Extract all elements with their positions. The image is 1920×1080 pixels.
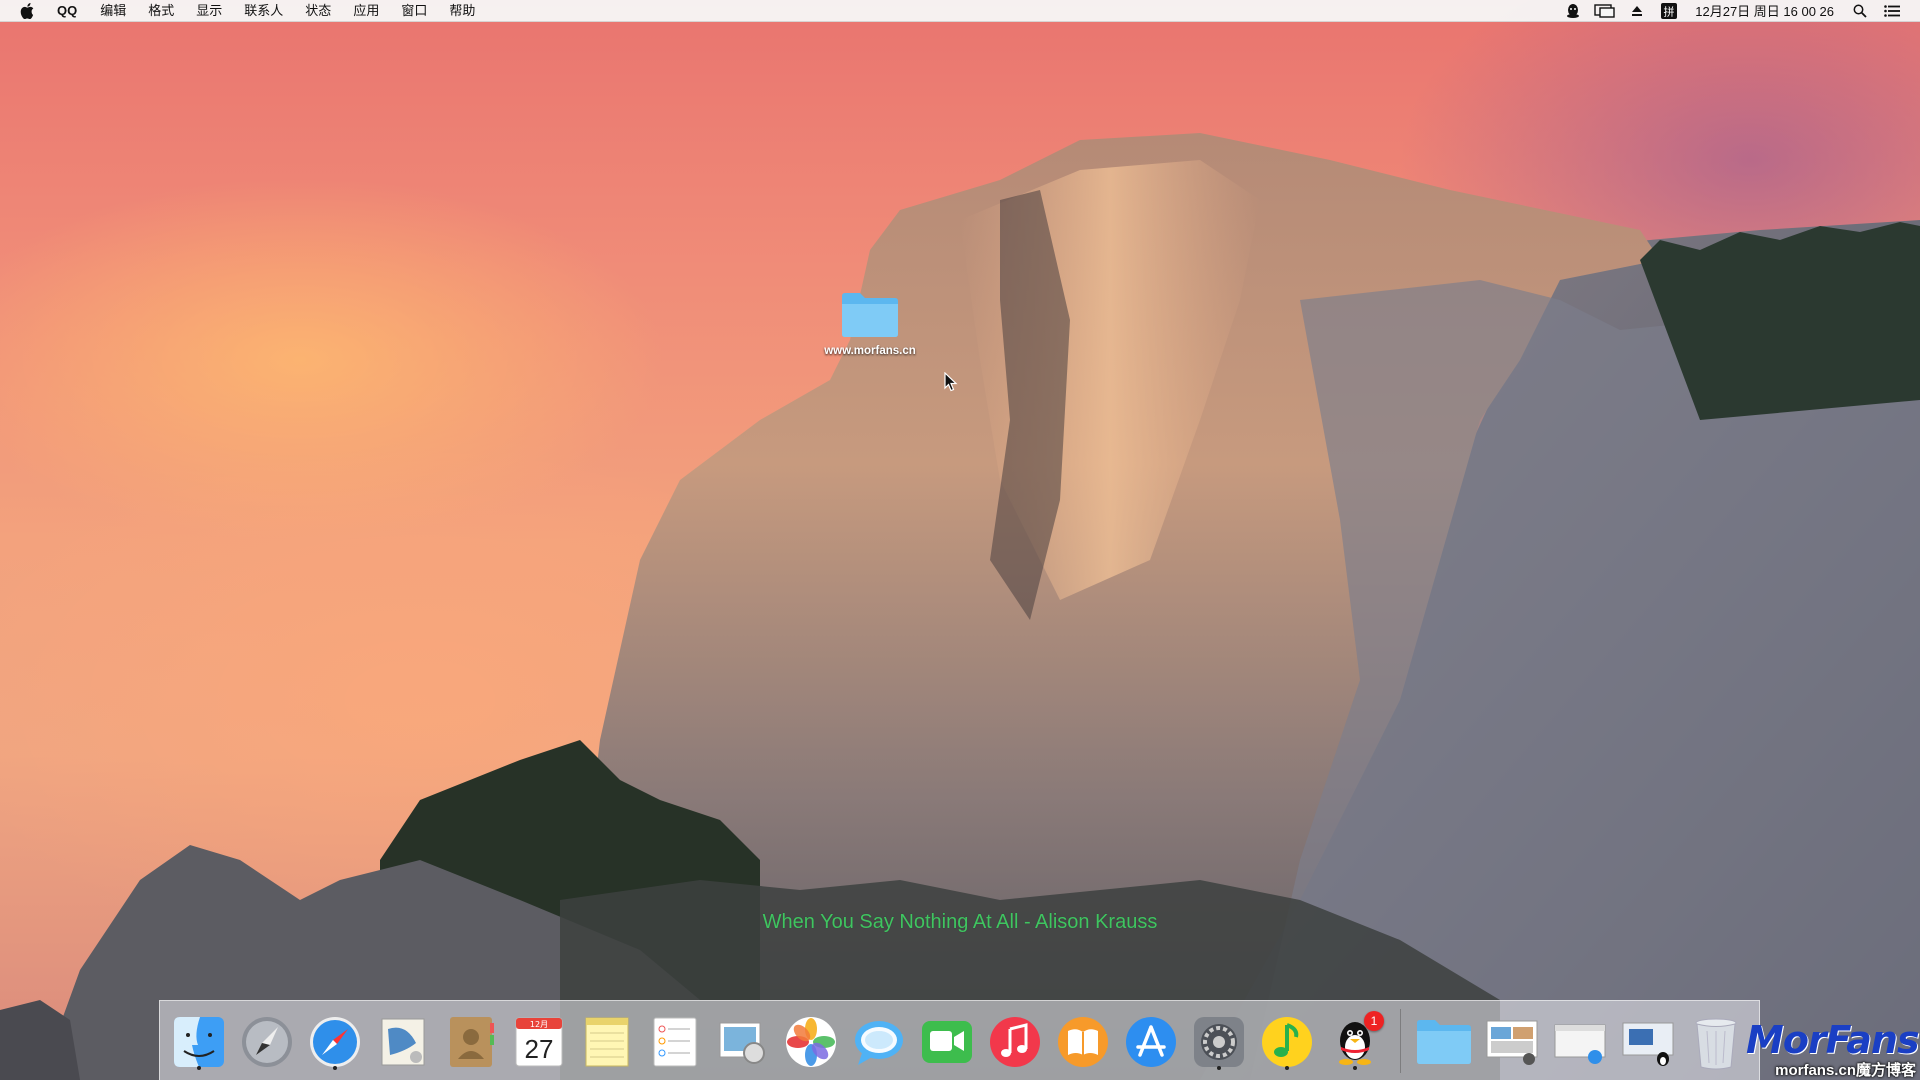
mouse-cursor-icon: [944, 372, 958, 392]
dock-mail[interactable]: [374, 1009, 432, 1073]
app-store-icon: [1126, 1016, 1176, 1067]
qq-notification-badge: 1: [1364, 1010, 1384, 1031]
dock-ibooks[interactable]: [1054, 1009, 1112, 1073]
watermark-url-text: morfans.cn: [1775, 1062, 1856, 1079]
notes-icon: [585, 1017, 629, 1066]
dock-screenshot-stack-2[interactable]: [1551, 1009, 1609, 1073]
preview-icon: [719, 1022, 765, 1064]
screenshot-thumbnail-icon: [1622, 1022, 1674, 1066]
menu-status[interactable]: 状态: [294, 0, 342, 22]
screenshot-thumbnail-icon: [1486, 1020, 1538, 1065]
watermark-suffix: 魔方博客: [1855, 1062, 1916, 1079]
reminders-icon: [653, 1017, 697, 1066]
menu-bar-left: QQ 编辑 格式 显示 联系人 状态 应用 窗口 帮助: [0, 0, 486, 22]
dock-folder-stack[interactable]: [1415, 1009, 1473, 1073]
dock-running-indicator: [1353, 1065, 1357, 1070]
menu-format[interactable]: 格式: [137, 0, 185, 22]
dock-notes[interactable]: [578, 1009, 636, 1073]
watermark-logo: MorFans: [1746, 1018, 1920, 1062]
finder-icon: [174, 1016, 224, 1067]
menu-bar: QQ 编辑 格式 显示 联系人 状态 应用 窗口 帮助 拼 12月27日 周日 …: [0, 0, 1920, 22]
dock-safari[interactable]: [306, 1009, 364, 1073]
dock-trash[interactable]: [1687, 1009, 1745, 1073]
dock-separator: [1400, 1008, 1401, 1073]
dock-running-indicator: [197, 1065, 201, 1070]
dock-photos[interactable]: [782, 1009, 840, 1073]
qq-music-icon: [1262, 1016, 1312, 1067]
dock-screenshot-stack-3[interactable]: [1619, 1009, 1677, 1073]
folder-icon: [1417, 1019, 1471, 1064]
ibooks-icon: [1058, 1016, 1108, 1067]
dock-app-store[interactable]: [1122, 1009, 1180, 1073]
menu-view[interactable]: 显示: [185, 0, 233, 22]
dock-calendar[interactable]: 12月 27: [510, 1009, 568, 1073]
calendar-month-label: 12月: [530, 1020, 548, 1029]
trash-icon: [1695, 1018, 1737, 1069]
dock-messages[interactable]: [850, 1009, 908, 1073]
dock-system-preferences[interactable]: [1190, 1009, 1248, 1073]
dock-finder[interactable]: [170, 1009, 228, 1073]
menu-bar-right: 拼 12月27日 周日 16 00 26: [1557, 0, 1920, 22]
input-method-glyph: 拼: [1664, 4, 1675, 18]
morfans-watermark: MorFans morfans.cn魔方博客: [1746, 1018, 1920, 1080]
display-icon[interactable]: [1594, 0, 1616, 22]
dock-itunes[interactable]: [986, 1009, 1044, 1073]
dock-contacts[interactable]: [442, 1009, 500, 1073]
contacts-icon: [450, 1016, 494, 1067]
menu-apps[interactable]: 应用: [342, 0, 390, 22]
notification-center-icon[interactable]: [1881, 0, 1903, 22]
dock-reminders[interactable]: [646, 1009, 704, 1073]
mail-icon: [381, 1018, 425, 1065]
dock-launchpad[interactable]: [238, 1009, 296, 1073]
desktop-folder-label: www.morfans.cn: [824, 345, 916, 357]
menu-clock[interactable]: 12月27日 周日 16 00 26: [1695, 1, 1834, 20]
dock-running-indicator: [1285, 1065, 1289, 1070]
photos-icon: [786, 1016, 836, 1067]
spotlight-icon[interactable]: [1849, 0, 1871, 22]
dock-facetime[interactable]: [918, 1009, 976, 1073]
desktop-folder[interactable]: www.morfans.cn: [820, 290, 920, 357]
itunes-icon: [990, 1016, 1040, 1067]
dock-running-indicator: [1217, 1065, 1221, 1070]
menu-window[interactable]: 窗口: [390, 0, 438, 22]
launchpad-icon: [242, 1016, 292, 1067]
dock-screenshot-stack-1[interactable]: [1483, 1009, 1541, 1073]
menu-app-name[interactable]: QQ: [45, 0, 89, 22]
dock-qq[interactable]: 1: [1326, 1009, 1384, 1073]
facetime-icon: [922, 1020, 972, 1063]
watermark-url: morfans.cn魔方博客: [1746, 1062, 1916, 1080]
desktop-lyrics: When You Say Nothing At All - Alison Kra…: [762, 911, 1158, 933]
dock-preview[interactable]: [714, 1009, 772, 1073]
dock-running-indicator: [333, 1065, 337, 1070]
dock: 12月 27 1: [159, 1000, 1760, 1080]
calendar-icon: 12月 27: [515, 1017, 563, 1066]
eject-icon[interactable]: [1626, 0, 1648, 22]
system-preferences-icon: [1194, 1016, 1244, 1067]
folder-icon: [842, 293, 898, 337]
menu-contacts[interactable]: 联系人: [233, 0, 294, 22]
safari-icon: [310, 1016, 360, 1067]
apple-menu-icon[interactable]: [17, 0, 37, 22]
qq-bell-icon[interactable]: [1562, 0, 1584, 22]
calendar-day-label: 27: [525, 1034, 554, 1064]
messages-icon: [855, 1020, 903, 1065]
menu-help[interactable]: 帮助: [438, 0, 486, 22]
screenshot-thumbnail-icon: [1554, 1024, 1606, 1064]
input-method-icon[interactable]: 拼: [1658, 0, 1680, 22]
menu-edit[interactable]: 编辑: [89, 0, 137, 22]
dock-qq-music[interactable]: [1258, 1009, 1316, 1073]
